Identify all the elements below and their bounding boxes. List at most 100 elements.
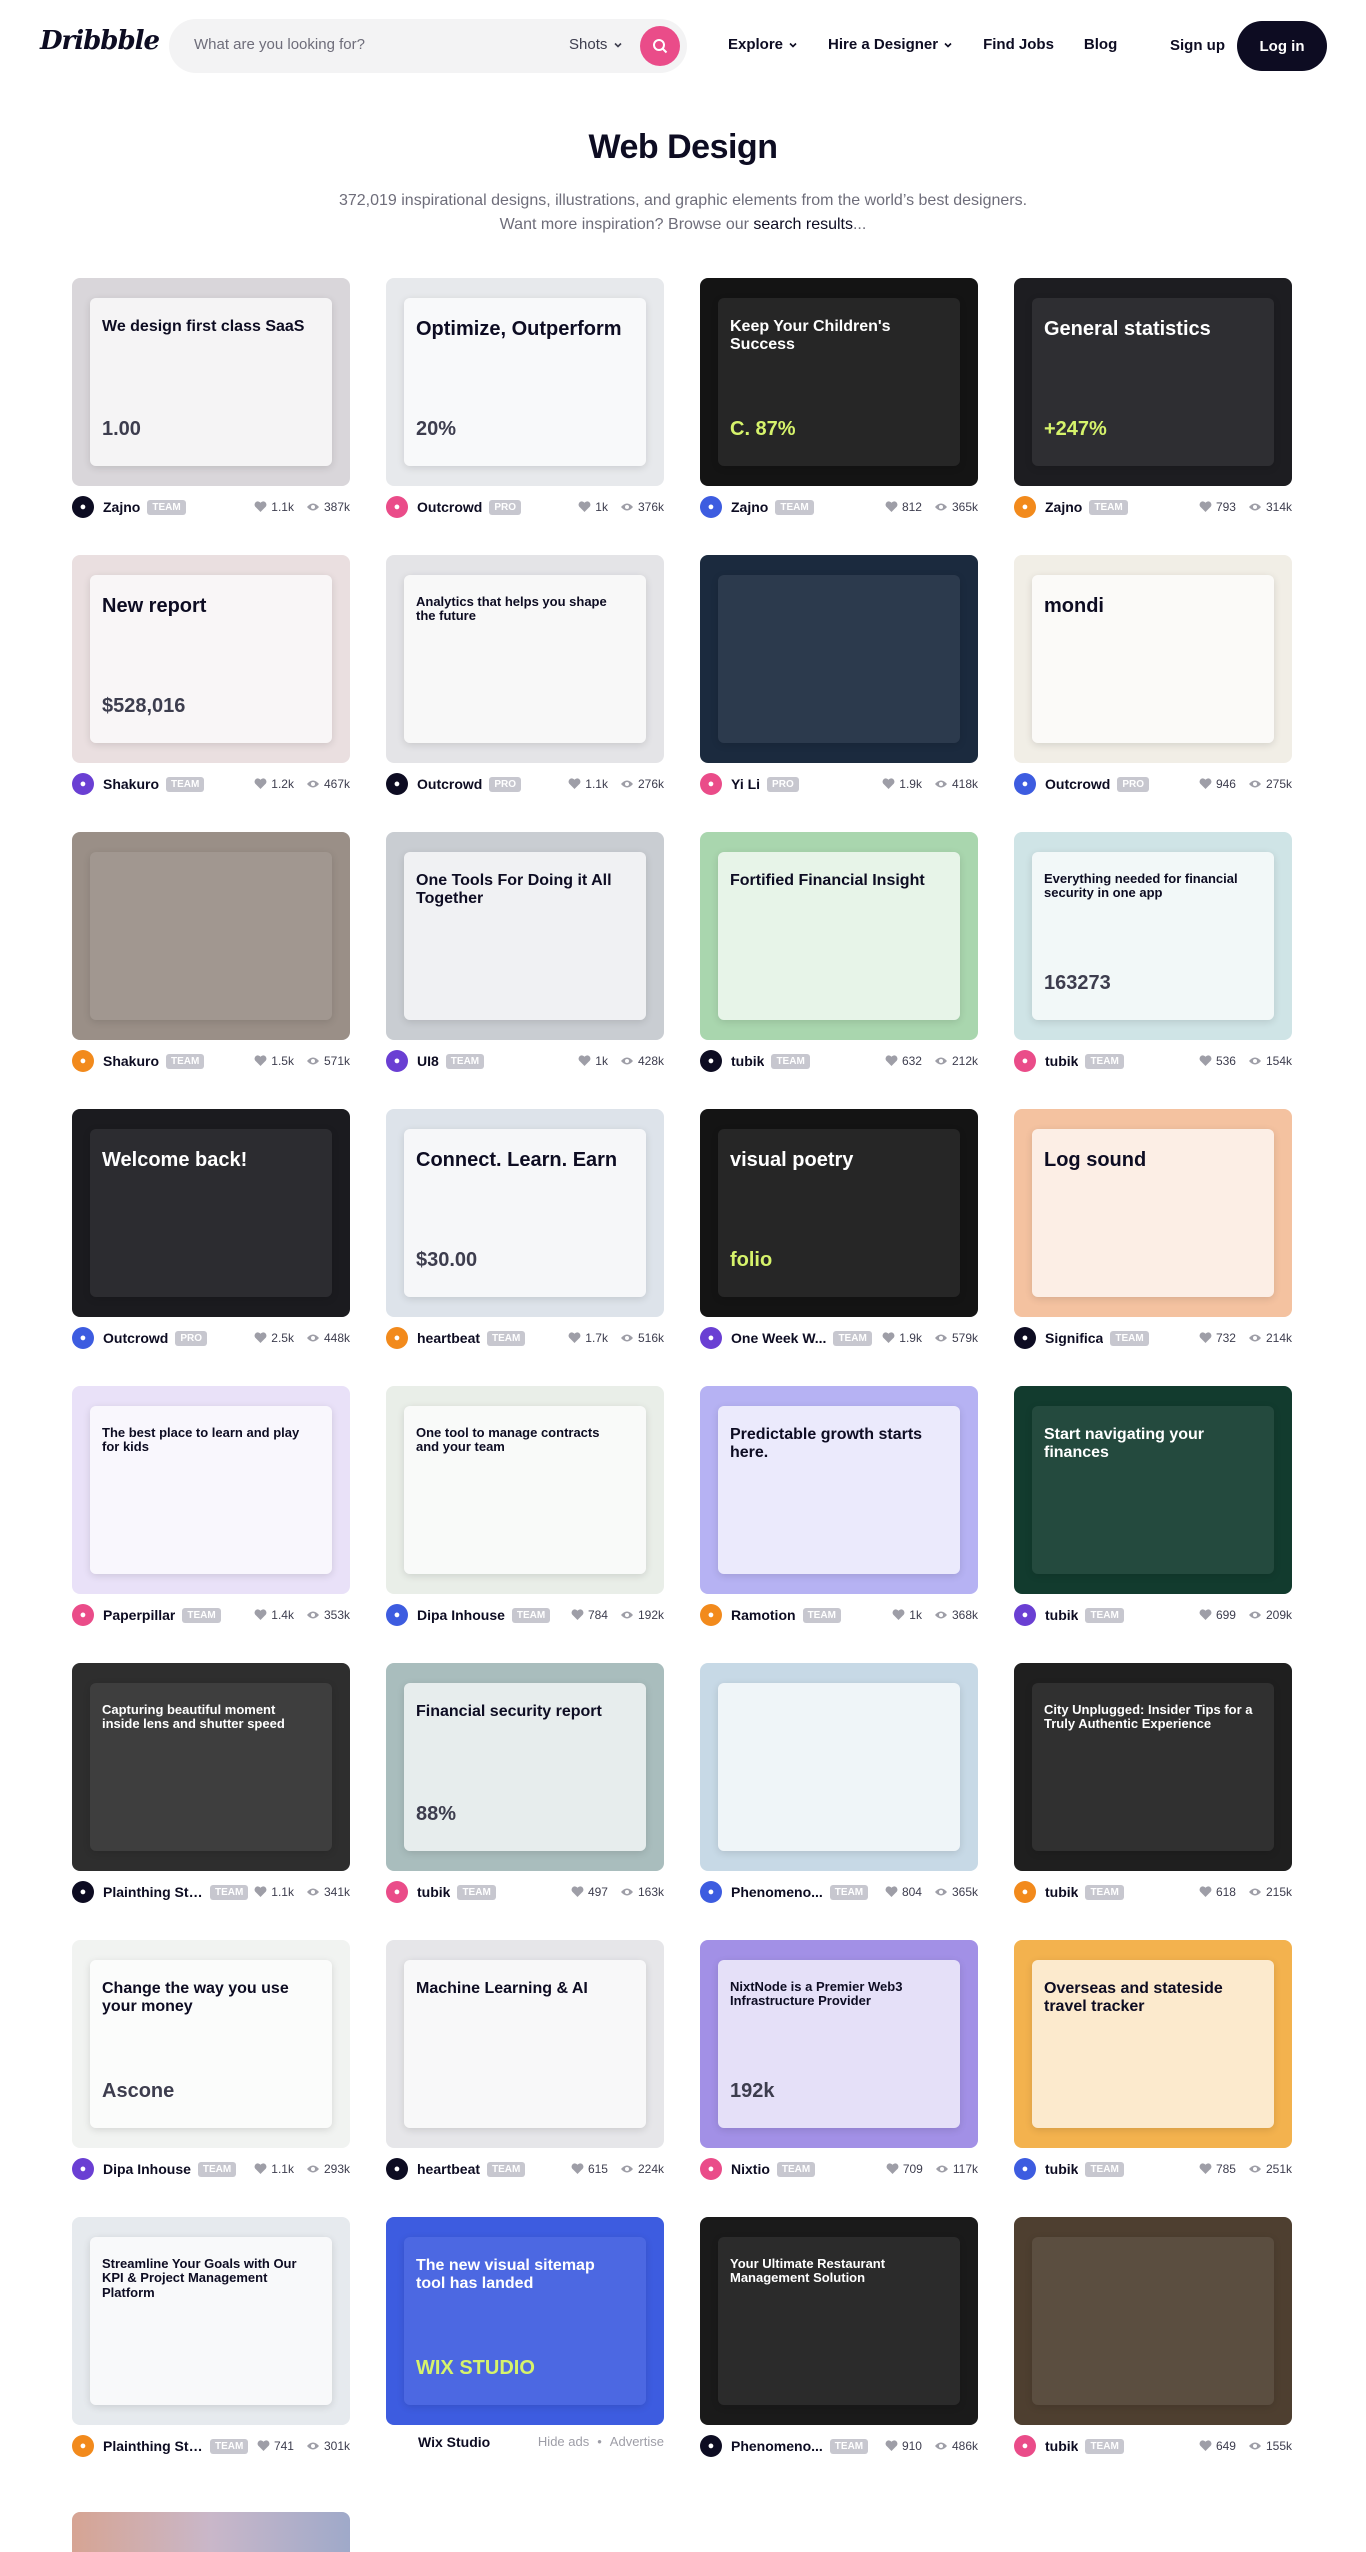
heart-icon[interactable] [1199, 501, 1212, 513]
shot-thumbnail[interactable]: One Tools For Doing it All Together [386, 832, 664, 1040]
shot-thumbnail[interactable]: Welcome back! [72, 1109, 350, 1317]
shot-thumbnail[interactable]: Optimize, Outperform 20% [386, 278, 664, 486]
shot-card[interactable]: Capturing beautiful moment inside lens a… [72, 1663, 350, 1903]
avatar[interactable]: ● [700, 2435, 722, 2457]
shot-author[interactable]: Shakuro [103, 776, 159, 792]
heart-icon[interactable] [254, 1609, 267, 1621]
avatar[interactable]: ● [700, 2158, 722, 2180]
shot-author[interactable]: heartbeat [417, 1330, 480, 1346]
heart-icon[interactable] [254, 1886, 267, 1898]
shot-card[interactable]: Your Ultimate Restaurant Management Solu… [700, 2217, 978, 2457]
shot-card[interactable]: Keep Your Children's Success C. 87% ● Zajno… [700, 278, 978, 518]
shot-author[interactable]: Significa [1045, 1330, 1103, 1346]
shot-card[interactable]: Machine Learning & AI ● heartbeat TEAM 615 22… [386, 1940, 664, 2180]
shot-card[interactable]: The new visual sitemap tool has landed WI… [386, 2217, 664, 2450]
shot-card[interactable]: Start navigating your finances ● tubik TEAM… [1014, 1386, 1292, 1626]
heart-icon[interactable] [1199, 778, 1212, 790]
shot-author[interactable]: tubik [1045, 2438, 1078, 2454]
advertise-link[interactable]: Advertise [610, 2434, 664, 2450]
shot-author[interactable]: Outcrowd [417, 776, 482, 792]
shot-author[interactable]: Outcrowd [1045, 776, 1110, 792]
partial-shot-thumbnail[interactable] [72, 2512, 350, 2552]
search-results-link[interactable]: search results [753, 216, 853, 233]
shot-card[interactable]: mondi ● Outcrowd PRO 946 275k [1014, 555, 1292, 795]
heart-icon[interactable] [885, 1886, 898, 1898]
shot-card[interactable]: Fortified Financial Insight ● tubik TEAM 632… [700, 832, 978, 1072]
shot-thumbnail[interactable]: Fortified Financial Insight [700, 832, 978, 1040]
shot-thumbnail[interactable]: Financial security report 88% [386, 1663, 664, 1871]
shot-thumbnail[interactable]: Start navigating your finances [1014, 1386, 1292, 1594]
heart-icon[interactable] [886, 2163, 899, 2175]
shot-author[interactable]: tubik [417, 1884, 450, 1900]
shot-author[interactable]: Paperpillar [103, 1607, 175, 1623]
heart-icon[interactable] [254, 501, 267, 513]
sign-up-link[interactable]: Sign up [1170, 37, 1225, 54]
avatar[interactable]: ● [700, 1604, 722, 1626]
avatar[interactable]: ● [1014, 1050, 1036, 1072]
shot-card[interactable]: ● Shakuro TEAM 1.5k 571k [72, 832, 350, 1072]
avatar[interactable]: ● [72, 1604, 94, 1626]
heart-icon[interactable] [885, 501, 898, 513]
shot-card[interactable]: The best place to learn and play for kid… [72, 1386, 350, 1626]
heart-icon[interactable] [892, 1609, 905, 1621]
shot-author[interactable]: Phenomeno... [731, 1884, 823, 1900]
avatar[interactable]: ● [386, 1050, 408, 1072]
shot-card[interactable]: New report $528,016 ● Shakuro TEAM 1.2k 467k [72, 555, 350, 795]
shot-author[interactable]: Dipa Inhouse [417, 1607, 505, 1623]
avatar[interactable]: ● [72, 496, 94, 518]
shot-author[interactable]: Plainthing Stu... [103, 2438, 203, 2454]
shot-author[interactable]: Outcrowd [103, 1330, 168, 1346]
avatar[interactable]: ● [1014, 2158, 1036, 2180]
avatar[interactable]: ● [700, 496, 722, 518]
shot-card[interactable]: Change the way you use your money Ascone ●… [72, 1940, 350, 2180]
search-input[interactable]: What are you looking for? [194, 36, 365, 53]
shot-thumbnail[interactable] [700, 555, 978, 763]
search-filter-dropdown[interactable]: Shots [569, 36, 623, 53]
heart-icon[interactable] [1199, 1332, 1212, 1344]
shot-card[interactable]: General statistics +247% ● Zajno TEAM 793 314k [1014, 278, 1292, 518]
shot-author[interactable]: Nixtio [731, 2161, 770, 2177]
nav-hire-designer[interactable]: Hire a Designer [828, 36, 953, 53]
shot-thumbnail[interactable]: Everything needed for financial security… [1014, 832, 1292, 1040]
shot-author[interactable]: heartbeat [417, 2161, 480, 2177]
avatar[interactable]: ● [700, 1050, 722, 1072]
heart-icon[interactable] [1199, 1609, 1212, 1621]
search-bar[interactable]: What are you looking for? Shots [169, 19, 687, 73]
shot-card[interactable]: Optimize, Outperform 20% ● Outcrowd PRO 1k 376… [386, 278, 664, 518]
shot-author[interactable]: Zajno [1045, 499, 1082, 515]
avatar[interactable]: ● [700, 773, 722, 795]
avatar[interactable]: ● [72, 1327, 94, 1349]
nav-blog[interactable]: Blog [1084, 36, 1117, 53]
shot-thumbnail[interactable] [700, 1663, 978, 1871]
heart-icon[interactable] [254, 1055, 267, 1067]
avatar[interactable]: ● [1014, 1881, 1036, 1903]
shot-thumbnail[interactable]: We design first class SaaS 1.00 [72, 278, 350, 486]
shot-author[interactable]: Dipa Inhouse [103, 2161, 191, 2177]
heart-icon[interactable] [578, 501, 591, 513]
heart-icon[interactable] [1199, 1055, 1212, 1067]
heart-icon[interactable] [568, 1332, 581, 1344]
avatar[interactable]: ● [72, 1881, 94, 1903]
shot-thumbnail[interactable]: The best place to learn and play for kid… [72, 1386, 350, 1594]
shot-thumbnail[interactable]: Machine Learning & AI [386, 1940, 664, 2148]
avatar[interactable]: ● [1014, 2435, 1036, 2457]
hide-ads-link[interactable]: Hide ads [538, 2434, 589, 2450]
avatar[interactable]: ● [700, 1881, 722, 1903]
nav-explore[interactable]: Explore [728, 36, 798, 53]
shot-card[interactable]: ● Yi Li PRO 1.9k 418k [700, 555, 978, 795]
shot-thumbnail[interactable]: Analytics that helps you shape the futur… [386, 555, 664, 763]
nav-find-jobs[interactable]: Find Jobs [983, 36, 1054, 53]
heart-icon[interactable] [254, 1332, 267, 1344]
shot-card[interactable]: Welcome back! ● Outcrowd PRO 2.5k 448k [72, 1109, 350, 1349]
shot-author[interactable]: tubik [1045, 2161, 1078, 2177]
heart-icon[interactable] [1199, 2163, 1212, 2175]
shot-author[interactable]: Outcrowd [417, 499, 482, 515]
shot-card[interactable]: Analytics that helps you shape the futur… [386, 555, 664, 795]
shot-card[interactable]: ● tubik TEAM 649 155k [1014, 2217, 1292, 2457]
heart-icon[interactable] [568, 778, 581, 790]
shot-card[interactable]: One Tools For Doing it All Together ● UI8 T… [386, 832, 664, 1072]
shot-thumbnail[interactable]: Your Ultimate Restaurant Management Solu… [700, 2217, 978, 2425]
heart-icon[interactable] [882, 778, 895, 790]
avatar[interactable]: ● [1014, 773, 1036, 795]
shot-thumbnail[interactable]: mondi [1014, 555, 1292, 763]
